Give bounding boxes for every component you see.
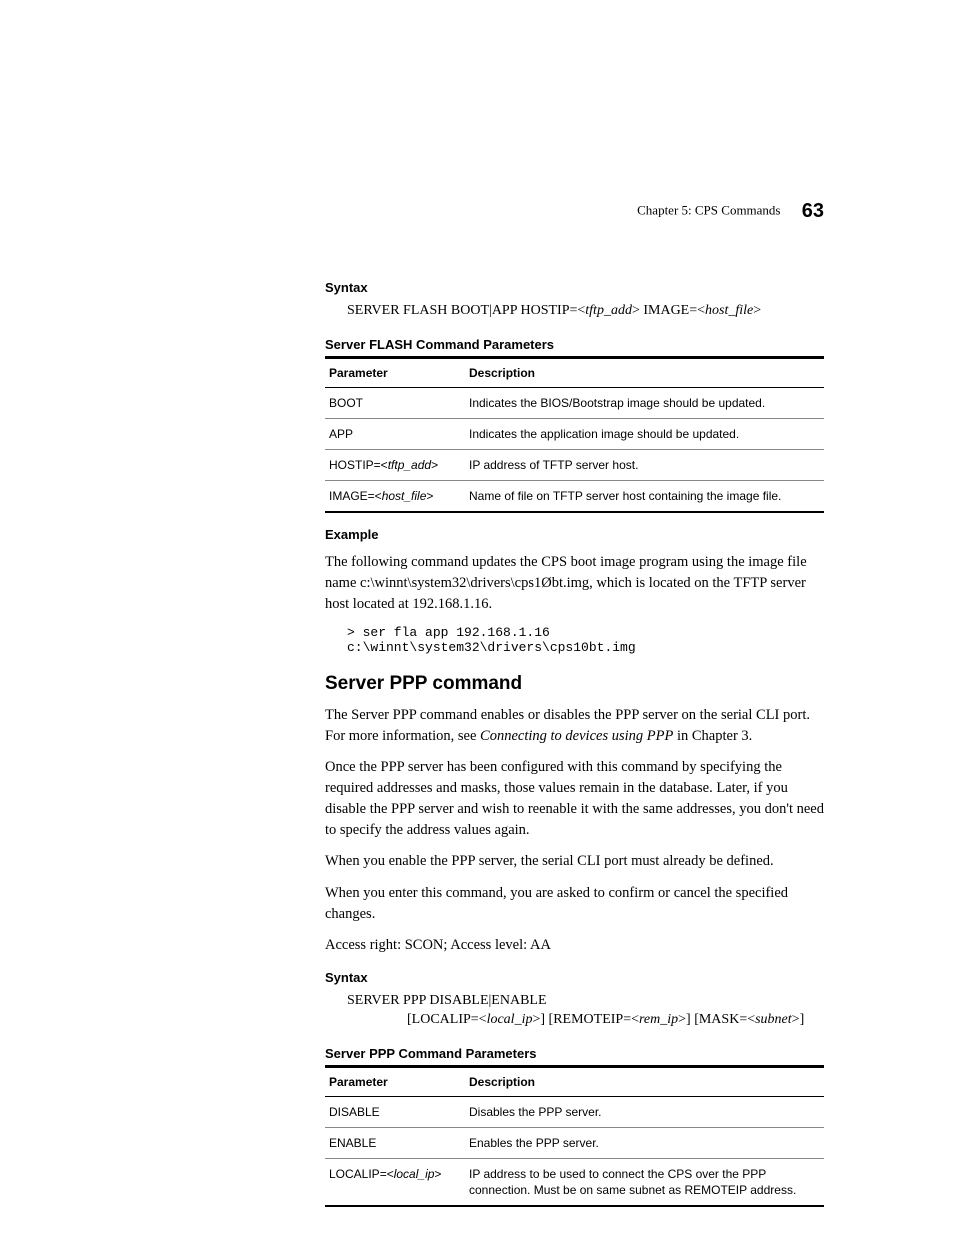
- flash-params-table: Parameter Description BOOT Indicates the…: [325, 356, 824, 514]
- syntax-label-1: Syntax: [325, 280, 824, 295]
- body-paragraph: Access right: SCON; Access level: AA: [325, 935, 824, 956]
- table-row: IMAGE=<host_file> Name of file on TFTP s…: [325, 481, 824, 513]
- example-code: > ser fla app 192.168.1.16 c:\winnt\syst…: [347, 625, 824, 655]
- table2-head-param: Parameter: [325, 1066, 465, 1096]
- ppp-params-table: Parameter Description DISABLE Disables t…: [325, 1065, 824, 1208]
- syntax-line-2: SERVER PPP DISABLE|ENABLE [LOCALIP=<loca…: [347, 991, 824, 1030]
- section-heading: Server PPP command: [325, 673, 824, 695]
- body-paragraph: When you enter this command, you are ask…: [325, 883, 824, 925]
- page-header: Chapter 5: CPS Commands 63: [637, 200, 824, 223]
- body-paragraph: The Server PPP command enables or disabl…: [325, 705, 824, 747]
- table2-head-desc: Description: [465, 1066, 824, 1096]
- example-text: The following command updates the CPS bo…: [325, 552, 824, 615]
- table-row: HOSTIP=<tftp_add> IP address of TFTP ser…: [325, 449, 824, 480]
- table2-title: Server PPP Command Parameters: [325, 1046, 824, 1061]
- body-paragraph: When you enable the PPP server, the seri…: [325, 851, 824, 872]
- table-row: ENABLE Enables the PPP server.: [325, 1127, 824, 1158]
- table-row: APP Indicates the application image shou…: [325, 418, 824, 449]
- syntax-label-2: Syntax: [325, 970, 824, 985]
- body-paragraph: Once the PPP server has been configured …: [325, 757, 824, 841]
- page-number: 63: [802, 200, 824, 222]
- table1-head-desc: Description: [465, 357, 824, 387]
- table-row: DISABLE Disables the PPP server.: [325, 1096, 824, 1127]
- syntax-line-1: SERVER FLASH BOOT|APP HOSTIP=<tftp_add> …: [347, 301, 824, 321]
- table-row: LOCALIP=<local_ip> IP address to be used…: [325, 1159, 824, 1207]
- table1-title: Server FLASH Command Parameters: [325, 337, 824, 352]
- table-row: BOOT Indicates the BIOS/Bootstrap image …: [325, 387, 824, 418]
- table1-head-param: Parameter: [325, 357, 465, 387]
- chapter-label: Chapter 5: CPS Commands: [637, 202, 780, 217]
- example-label: Example: [325, 527, 824, 542]
